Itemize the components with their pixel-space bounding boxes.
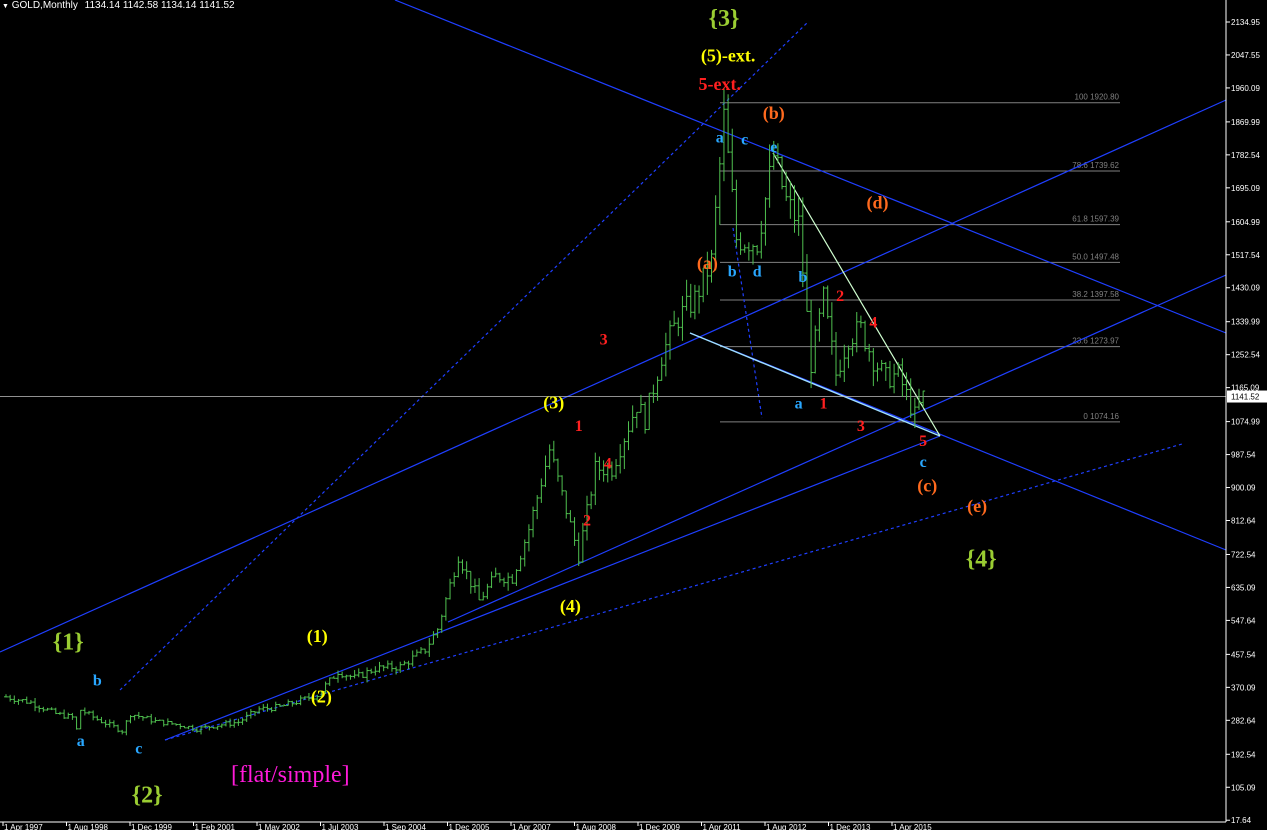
- wave-label: c: [135, 740, 142, 757]
- wave-label: 4: [869, 314, 877, 331]
- price-tick-label: 1252.54: [1231, 351, 1260, 360]
- wave-label: (e): [967, 496, 987, 517]
- wave-label: (d): [867, 193, 889, 214]
- wave-label: 2: [583, 512, 591, 529]
- fib-level-label: 61.8 1597.39: [1072, 215, 1119, 224]
- time-tick-label: 1 Aug 1998: [68, 823, 109, 830]
- price-tick-label: 1339.99: [1231, 318, 1260, 327]
- current-price-tag: 1141.52: [1227, 390, 1267, 403]
- fib-level-label: 50.0 1497.48: [1072, 252, 1119, 261]
- price-tick-label: 2047.55: [1231, 51, 1260, 60]
- fib-level-label: 0 1074.16: [1083, 412, 1119, 421]
- wave-label: c: [920, 454, 927, 471]
- wave-label: (3): [543, 392, 564, 413]
- fib-level-label: 100 1920.80: [1075, 93, 1120, 102]
- fib-level-label: 23.6 1273.97: [1072, 337, 1119, 346]
- wave-label: a: [77, 733, 85, 750]
- price-tick-label: 987.54: [1231, 451, 1256, 460]
- price-tick-label: 457.54: [1231, 650, 1256, 659]
- wave-label: 5-ext.: [699, 74, 741, 94]
- price-tick-label: 192.54: [1231, 750, 1256, 759]
- wave-label: 1: [820, 395, 828, 412]
- price-tick-label: 900.09: [1231, 484, 1256, 493]
- wave-label: c: [741, 132, 748, 149]
- wave-label: d: [753, 263, 762, 280]
- price-tick-label: 635.09: [1231, 583, 1256, 592]
- time-tick-label: 1 Jul 2003: [322, 823, 359, 830]
- wave-label: (1): [307, 626, 328, 647]
- wave-label: a: [795, 395, 803, 412]
- time-tick-label: 1 Dec 2013: [830, 823, 871, 830]
- flat-simple-note: [flat/simple]: [231, 762, 350, 788]
- wave-label: (5)-ext.: [701, 46, 755, 67]
- time-tick-label: 1 Apr 2007: [512, 823, 551, 830]
- wave-label: {1}: [53, 630, 84, 656]
- price-tick-label: 1960.09: [1231, 84, 1260, 93]
- time-tick-label: 1 Apr 1997: [4, 823, 43, 830]
- wave-label: e: [770, 139, 777, 156]
- wave-label: 4: [604, 456, 612, 473]
- price-tick-label: 105.09: [1231, 783, 1256, 792]
- chart-window[interactable]: { "header": { "symbol": "GOLD,Monthly", …: [0, 0, 1267, 830]
- price-tick-label: 1604.99: [1231, 218, 1260, 227]
- current-price-label: 1141.52: [1231, 393, 1260, 402]
- symbol-title: GOLD,Monthly: [11, 0, 78, 11]
- wave-label: 2: [836, 288, 844, 305]
- price-tick-label: 1517.54: [1231, 251, 1260, 260]
- price-tick-label: 1074.99: [1231, 418, 1260, 427]
- wave-label: b: [93, 673, 102, 690]
- time-tick-label: 1 Dec 2009: [639, 823, 680, 830]
- price-tick-label: 1869.99: [1231, 118, 1260, 127]
- time-tick-label: 1 Aug 2008: [576, 823, 617, 830]
- wave-label: 5: [919, 433, 927, 450]
- price-tick-label: 2134.95: [1231, 18, 1260, 27]
- ohlc-readout: 1134.14 1142.58 1134.14 1141.52: [84, 0, 235, 11]
- wave-label: a: [716, 130, 724, 147]
- time-tick-label: 1 Sep 2004: [385, 823, 426, 830]
- price-tick-label: 1695.09: [1231, 184, 1260, 193]
- wave-label: {2}: [132, 782, 163, 808]
- wave-label: {4}: [966, 547, 997, 573]
- time-tick-label: 1 May 2002: [258, 823, 300, 830]
- price-tick-label: 282.64: [1231, 716, 1256, 725]
- wave-label: b: [798, 269, 807, 286]
- price-chart[interactable]: 100 1920.8078.6 1739.6261.8 1597.3950.0 …: [0, 0, 1267, 830]
- chart-header: ▼ GOLD,Monthly 1134.14 1142.58 1134.14 1…: [2, 0, 235, 11]
- price-tick-label: 722.54: [1231, 550, 1256, 559]
- chart-background: [0, 0, 1267, 830]
- time-tick-label: 1 Dec 1999: [131, 823, 172, 830]
- price-tick-label: 1782.54: [1231, 151, 1260, 160]
- wave-label: (4): [560, 596, 581, 617]
- wave-label: 3: [600, 331, 608, 348]
- price-tick-label: 17.64: [1231, 816, 1252, 825]
- dropdown-arrow-icon[interactable]: ▼: [2, 3, 9, 10]
- price-tick-label: 547.64: [1231, 616, 1256, 625]
- price-tick-label: 1430.09: [1231, 284, 1260, 293]
- fib-level-label: 38.2 1397.58: [1072, 290, 1119, 299]
- wave-label: b: [728, 263, 737, 280]
- wave-label: (2): [311, 686, 332, 707]
- wave-label: (b): [763, 103, 785, 124]
- wave-label: 1: [575, 418, 583, 435]
- wave-label: 3: [857, 418, 865, 435]
- price-tick-label: 812.64: [1231, 517, 1256, 526]
- time-tick-label: 1 Feb 2001: [195, 823, 236, 830]
- wave-label: (c): [917, 475, 937, 496]
- price-tick-label: 370.09: [1231, 683, 1256, 692]
- time-tick-label: 1 Aug 2012: [766, 823, 807, 830]
- wave-label: {3}: [708, 6, 739, 32]
- wave-label: (a): [697, 253, 718, 274]
- time-tick-label: 1 Apr 2011: [703, 823, 742, 830]
- time-tick-label: 1 Dec 2005: [449, 823, 490, 830]
- time-tick-label: 1 Apr 2015: [893, 823, 932, 830]
